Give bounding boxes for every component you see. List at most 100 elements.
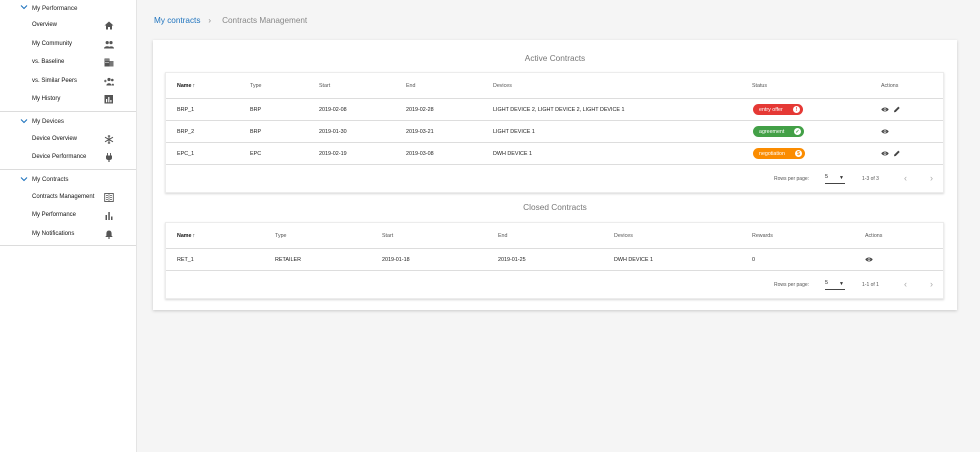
sidebar-item-label: My Performance <box>32 212 77 219</box>
cell-name: BRP_1 <box>177 107 195 113</box>
prev-page-button[interactable]: ‹ <box>904 173 907 183</box>
cell-devices: LIGHT DEVICE 2, LIGHT DEVICE 2, LIGHT DE… <box>493 107 625 113</box>
sidebar-item-my-history[interactable]: My History <box>0 90 136 109</box>
cell-end: 2019-03-21 <box>406 129 434 135</box>
status-badge[interactable]: negotiation $ <box>753 148 805 159</box>
table-header: Name↑ Type Start End Devices Rewards Act… <box>166 223 943 249</box>
sidebar-item-label: vs. Similar Peers <box>32 77 78 84</box>
cell-rewards: 0 <box>752 257 755 263</box>
rows-per-page-label: Rows per page: <box>774 176 810 182</box>
sidebar-item-contracts-management[interactable]: Contracts Management <box>0 188 136 207</box>
table-row: BRP_2 BRP 2019-01-30 2019-03-21 LIGHT DE… <box>166 121 943 143</box>
status-badge[interactable]: entry offer ! <box>753 104 803 115</box>
chevron-down-icon[interactable] <box>20 176 28 184</box>
rows-per-page-select[interactable]: 5 ▼ <box>825 280 845 290</box>
section-my-contracts[interactable]: My Contracts <box>0 172 136 188</box>
column-header-name[interactable]: Name↑ <box>177 233 195 239</box>
pagination: Rows per page: 5 ▼ 1-1 of 1 ‹ › <box>166 271 943 298</box>
breadcrumb-link-my-contracts[interactable]: My contracts <box>154 16 200 25</box>
column-header-label: Name <box>177 83 192 89</box>
rows-per-page-label: Rows per page: <box>774 282 810 288</box>
sidebar-item-overview[interactable]: Overview <box>0 16 136 35</box>
column-header-start: Start <box>319 83 331 89</box>
view-icon[interactable] <box>865 256 873 263</box>
edit-icon[interactable] <box>893 150 901 157</box>
divider <box>0 168 136 170</box>
cell-devices: DWH DEVICE 1 <box>614 257 653 263</box>
column-header-name[interactable]: Name↑ <box>177 83 195 89</box>
sidebar-item-device-performance[interactable]: Device Performance <box>0 148 136 167</box>
sidebar-item-my-community[interactable]: My Community <box>0 35 136 54</box>
cell-type: RETAILER <box>275 257 301 263</box>
next-page-button[interactable]: › <box>930 173 933 183</box>
cell-devices: LIGHT DEVICE 1 <box>493 129 535 135</box>
sidebar-item-label: Device Performance <box>32 154 87 161</box>
cell-start: 2019-02-19 <box>319 151 347 157</box>
check-icon: ✓ <box>794 128 801 135</box>
divider <box>0 245 136 246</box>
sidebar-item-label: Overview <box>32 22 58 29</box>
status-label: agreement <box>759 128 785 135</box>
next-page-button[interactable]: › <box>930 279 933 289</box>
cell-type: BRP <box>250 129 262 135</box>
sidebar-item-vs-similar-peers[interactable]: vs. Similar Peers <box>0 72 136 91</box>
plug-icon <box>104 153 114 162</box>
cell-name: BRP_2 <box>177 129 195 135</box>
cell-end: 2019-03-08 <box>406 151 434 157</box>
sidebar-item-label: Contracts Management <box>32 193 95 200</box>
active-contracts-table: Name↑ Type Start End Devices Status Acti… <box>165 72 944 193</box>
main-content: My contracts › Contracts Management Acti… <box>137 0 980 452</box>
view-icon[interactable] <box>881 150 889 157</box>
breadcrumb-current: Contracts Management <box>222 16 308 25</box>
active-contracts-title: Active Contracts <box>524 53 586 63</box>
section-my-performance[interactable]: My Performance <box>0 0 136 16</box>
rows-per-page-value: 5 <box>825 280 828 286</box>
breadcrumb: My contracts › Contracts Management <box>154 16 307 25</box>
cell-name: EPC_1 <box>177 151 195 157</box>
section-title: My Performance <box>32 4 78 12</box>
sidebar-item-device-overview[interactable]: Device Overview <box>0 130 136 149</box>
column-header-type: Type <box>275 233 287 239</box>
chevron-down-icon[interactable] <box>20 118 28 126</box>
rows-per-page-value: 5 <box>825 174 828 180</box>
sidebar-item-label: My History <box>32 96 61 103</box>
sidebar-item-my-performance[interactable]: My Performance <box>0 206 136 225</box>
rows-per-page-select[interactable]: 5 ▼ <box>825 174 845 184</box>
pagination: Rows per page: 5 ▼ 1-3 of 3 ‹ › <box>166 165 943 192</box>
table-row: BRP_1 BRP 2019-02-08 2019-02-28 LIGHT DE… <box>166 99 943 121</box>
chevron-down-icon[interactable] <box>20 4 28 12</box>
view-icon[interactable] <box>881 106 889 113</box>
sidebar-item-label: vs. Baseline <box>32 59 65 66</box>
closed-contracts-table: Name↑ Type Start End Devices Rewards Act… <box>165 222 944 299</box>
closed-contracts-title: Closed Contracts <box>523 202 587 212</box>
sidebar-item-label: Device Overview <box>32 135 78 142</box>
sort-arrow-icon[interactable]: ↑ <box>192 83 195 89</box>
assessment-icon <box>104 95 114 104</box>
caret-down-icon: ▼ <box>839 175 844 181</box>
status-badge[interactable]: agreement ✓ <box>753 126 804 137</box>
section-title: My Contracts <box>32 176 69 183</box>
contracts-panel: Active Contracts Name↑ Type Start End De… <box>153 40 957 310</box>
people-icon <box>104 40 114 49</box>
column-header-actions: Actions <box>881 83 899 89</box>
caret-down-icon: ▼ <box>839 281 844 287</box>
cell-end: 2019-02-28 <box>406 107 434 113</box>
edit-icon[interactable] <box>893 106 901 113</box>
table-header: Name↑ Type Start End Devices Status Acti… <box>166 73 943 99</box>
column-header-label: Name <box>177 233 192 239</box>
dollar-icon: $ <box>795 150 802 157</box>
sidebar-item-my-notifications[interactable]: My Notifications <box>0 225 136 244</box>
section-title: My Devices <box>32 118 64 125</box>
column-header-status: Status <box>752 83 768 89</box>
column-header-start: Start <box>382 233 394 239</box>
view-icon[interactable] <box>881 128 889 135</box>
breadcrumb-separator: › <box>208 16 212 25</box>
prev-page-button[interactable]: ‹ <box>904 279 907 289</box>
section-my-devices[interactable]: My Devices <box>0 114 136 130</box>
cell-type: BRP <box>250 107 262 113</box>
snowflake-icon <box>104 134 114 144</box>
sidebar-item-vs-baseline[interactable]: vs. Baseline <box>0 53 136 72</box>
contracts-list-icon <box>104 192 114 202</box>
divider <box>0 110 136 112</box>
sort-arrow-icon[interactable]: ↑ <box>192 233 195 239</box>
